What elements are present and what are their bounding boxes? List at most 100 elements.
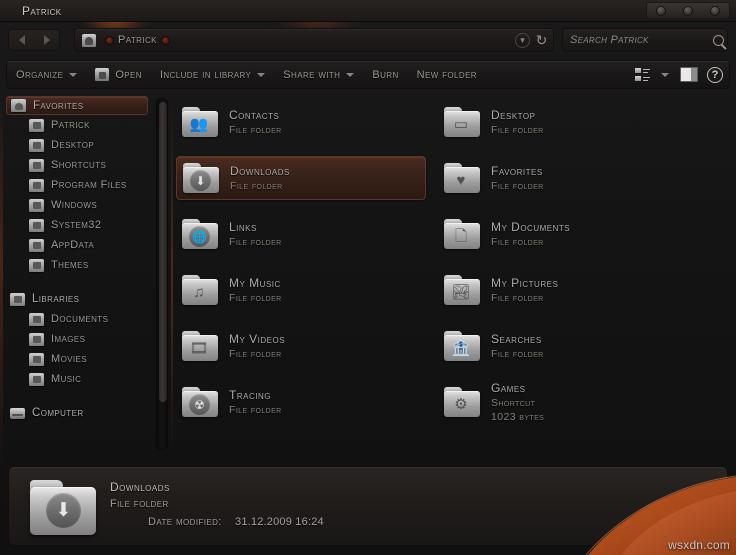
search-input[interactable]	[570, 34, 713, 46]
file-item-searches[interactable]: 🏦 Searches File folder	[438, 324, 688, 368]
sidebar-item-windows[interactable]: Windows	[0, 195, 156, 215]
file-item-name: Searches	[491, 331, 542, 346]
toolbar-organize-button[interactable]: Organize	[7, 61, 86, 88]
window-controls	[646, 2, 730, 19]
breadcrumb-separator-icon	[105, 35, 114, 45]
tracing-folder-icon: ☢	[182, 387, 218, 417]
details-item-name: Downloads	[110, 480, 170, 494]
sidebar-item-favorites[interactable]: Favorites	[6, 96, 148, 115]
file-item-text: My Music File folder	[229, 276, 282, 305]
images-folder-icon	[29, 332, 44, 346]
sidebar-item-themes[interactable]: Themes	[0, 255, 156, 275]
file-item-size: 1023 bytes	[491, 410, 545, 423]
file-item-links[interactable]: 🌐 Links File folder	[176, 212, 426, 256]
toolbar-new-folder-label: New folder	[416, 68, 477, 81]
file-item-contacts[interactable]: 👥 Contacts File folder	[176, 100, 426, 144]
command-toolbar: Organize Open Include in library Share w…	[6, 60, 730, 89]
sidebar-item-label: System32	[51, 219, 102, 231]
file-item-my-music[interactable]: ♫ My Music File folder	[176, 268, 426, 312]
search-box[interactable]	[562, 28, 728, 52]
back-button[interactable]	[18, 35, 25, 45]
toolbar-include-in-library-button[interactable]: Include in library	[151, 61, 274, 88]
details-date-modified-label: Date modified:	[148, 516, 222, 528]
windows-folder-icon	[29, 198, 44, 212]
navigation-sidebar[interactable]: Favorites Patrick Desktop Shortcuts Prog…	[0, 96, 156, 458]
computer-icon	[10, 407, 25, 419]
file-item-my-videos[interactable]: 🎞 My Videos File folder	[176, 324, 426, 368]
sidebar-item-label: Computer	[32, 407, 84, 419]
chevron-down-icon	[257, 72, 266, 77]
file-item-text: Contacts File folder	[229, 108, 282, 137]
chevron-down-icon	[69, 72, 78, 77]
view-options-icon	[635, 67, 650, 82]
file-item-type: File folder	[491, 347, 544, 360]
sidebar-item-images[interactable]: Images	[0, 329, 156, 349]
sidebar-item-program-files[interactable]: Program Files	[0, 175, 156, 195]
shortcuts-folder-icon	[29, 158, 44, 172]
file-item-my-documents[interactable]: 🗋 My Documents File folder	[438, 212, 688, 256]
file-item-text: Games Shortcut 1023 bytes	[491, 381, 544, 424]
sidebar-item-shortcuts[interactable]: Shortcuts	[0, 155, 156, 175]
refresh-icon[interactable]: ↻	[534, 32, 549, 48]
chevron-down-icon[interactable]: ▾	[515, 32, 530, 48]
minimize-button[interactable]	[655, 5, 666, 16]
toolbar-burn-button[interactable]: Burn	[363, 61, 407, 88]
sidebar-item-movies[interactable]: Movies	[0, 349, 156, 369]
sidebar-item-music[interactable]: Music	[0, 369, 156, 389]
forward-button[interactable]	[43, 35, 50, 45]
toolbar-change-view-button[interactable]	[626, 61, 671, 88]
toolbar-open-button[interactable]: Open	[86, 61, 151, 88]
preview-pane-icon[interactable]	[680, 67, 698, 82]
appdata-folder-icon	[29, 238, 44, 252]
favorites-folder-icon	[11, 99, 26, 112]
sidebar-item-patrick[interactable]: Patrick	[0, 115, 156, 135]
file-item-text: Desktop File folder	[491, 108, 544, 137]
chevron-down-icon	[346, 72, 355, 77]
file-item-games[interactable]: ⚙ Games Shortcut 1023 bytes	[438, 380, 688, 424]
sidebar-item-appdata[interactable]: AppData	[0, 235, 156, 255]
file-item-name: My Music	[229, 275, 281, 290]
file-item-downloads[interactable]: ⬇ Downloads File folder	[176, 156, 426, 200]
toolbar-share-with-button[interactable]: Share with	[274, 61, 363, 88]
file-item-desktop[interactable]: ▭ Desktop File folder	[438, 100, 688, 144]
sidebar-scrollbar[interactable]	[156, 98, 168, 450]
file-item-my-pictures[interactable]: 🏞 My Pictures File folder	[438, 268, 688, 312]
program-files-folder-icon	[29, 178, 44, 192]
sidebar-item-label: Shortcuts	[51, 159, 107, 171]
file-list[interactable]: 👥 Contacts File folder ▭ Desktop File folder ⬇…	[176, 96, 736, 458]
sidebar-item-label: Themes	[51, 259, 89, 271]
file-item-name: Games	[491, 380, 526, 395]
help-icon[interactable]: ?	[707, 66, 723, 83]
toolbar-open-label: Open	[115, 68, 142, 81]
nav-buttons	[8, 29, 60, 51]
file-item-name: Favorites	[491, 163, 543, 178]
breadcrumb-separator-icon[interactable]	[160, 35, 170, 45]
desktop-folder-icon	[29, 138, 44, 152]
searches-folder-icon: 🏦	[444, 331, 480, 361]
sidebar-scrollbar-thumb[interactable]	[159, 102, 167, 402]
file-item-type: File folder	[491, 235, 544, 248]
toolbar-new-folder-button[interactable]: New folder	[408, 61, 486, 88]
file-item-type: File folder	[229, 347, 282, 360]
breadcrumb-patrick[interactable]: Patrick	[118, 34, 157, 46]
toolbar-organize-label: Organize	[16, 68, 64, 81]
close-button[interactable]	[710, 5, 721, 16]
file-item-tracing[interactable]: ☢ Tracing File folder	[176, 380, 426, 424]
sidebar-item-desktop[interactable]: Desktop	[0, 135, 156, 155]
address-bar[interactable]: Patrick ▾ ↻	[74, 28, 554, 52]
sidebar-item-documents[interactable]: Documents	[0, 309, 156, 329]
search-icon	[713, 34, 724, 46]
sidebar-item-label: Libraries	[32, 293, 80, 305]
sidebar-item-label: AppData	[51, 239, 95, 251]
sidebar-item-computer[interactable]: Computer	[0, 403, 156, 423]
maximize-button[interactable]	[682, 5, 693, 16]
music-folder-icon: ♫	[182, 275, 218, 305]
file-item-text: Favorites File folder	[491, 164, 544, 193]
libraries-folder-icon	[10, 292, 25, 306]
chevron-down-icon[interactable]	[661, 72, 669, 77]
file-item-favorites[interactable]: ♥ Favorites File folder	[438, 156, 688, 200]
file-item-type: File folder	[229, 291, 282, 304]
sidebar-item-libraries[interactable]: Libraries	[0, 289, 156, 309]
sidebar-item-system32[interactable]: System32	[0, 215, 156, 235]
